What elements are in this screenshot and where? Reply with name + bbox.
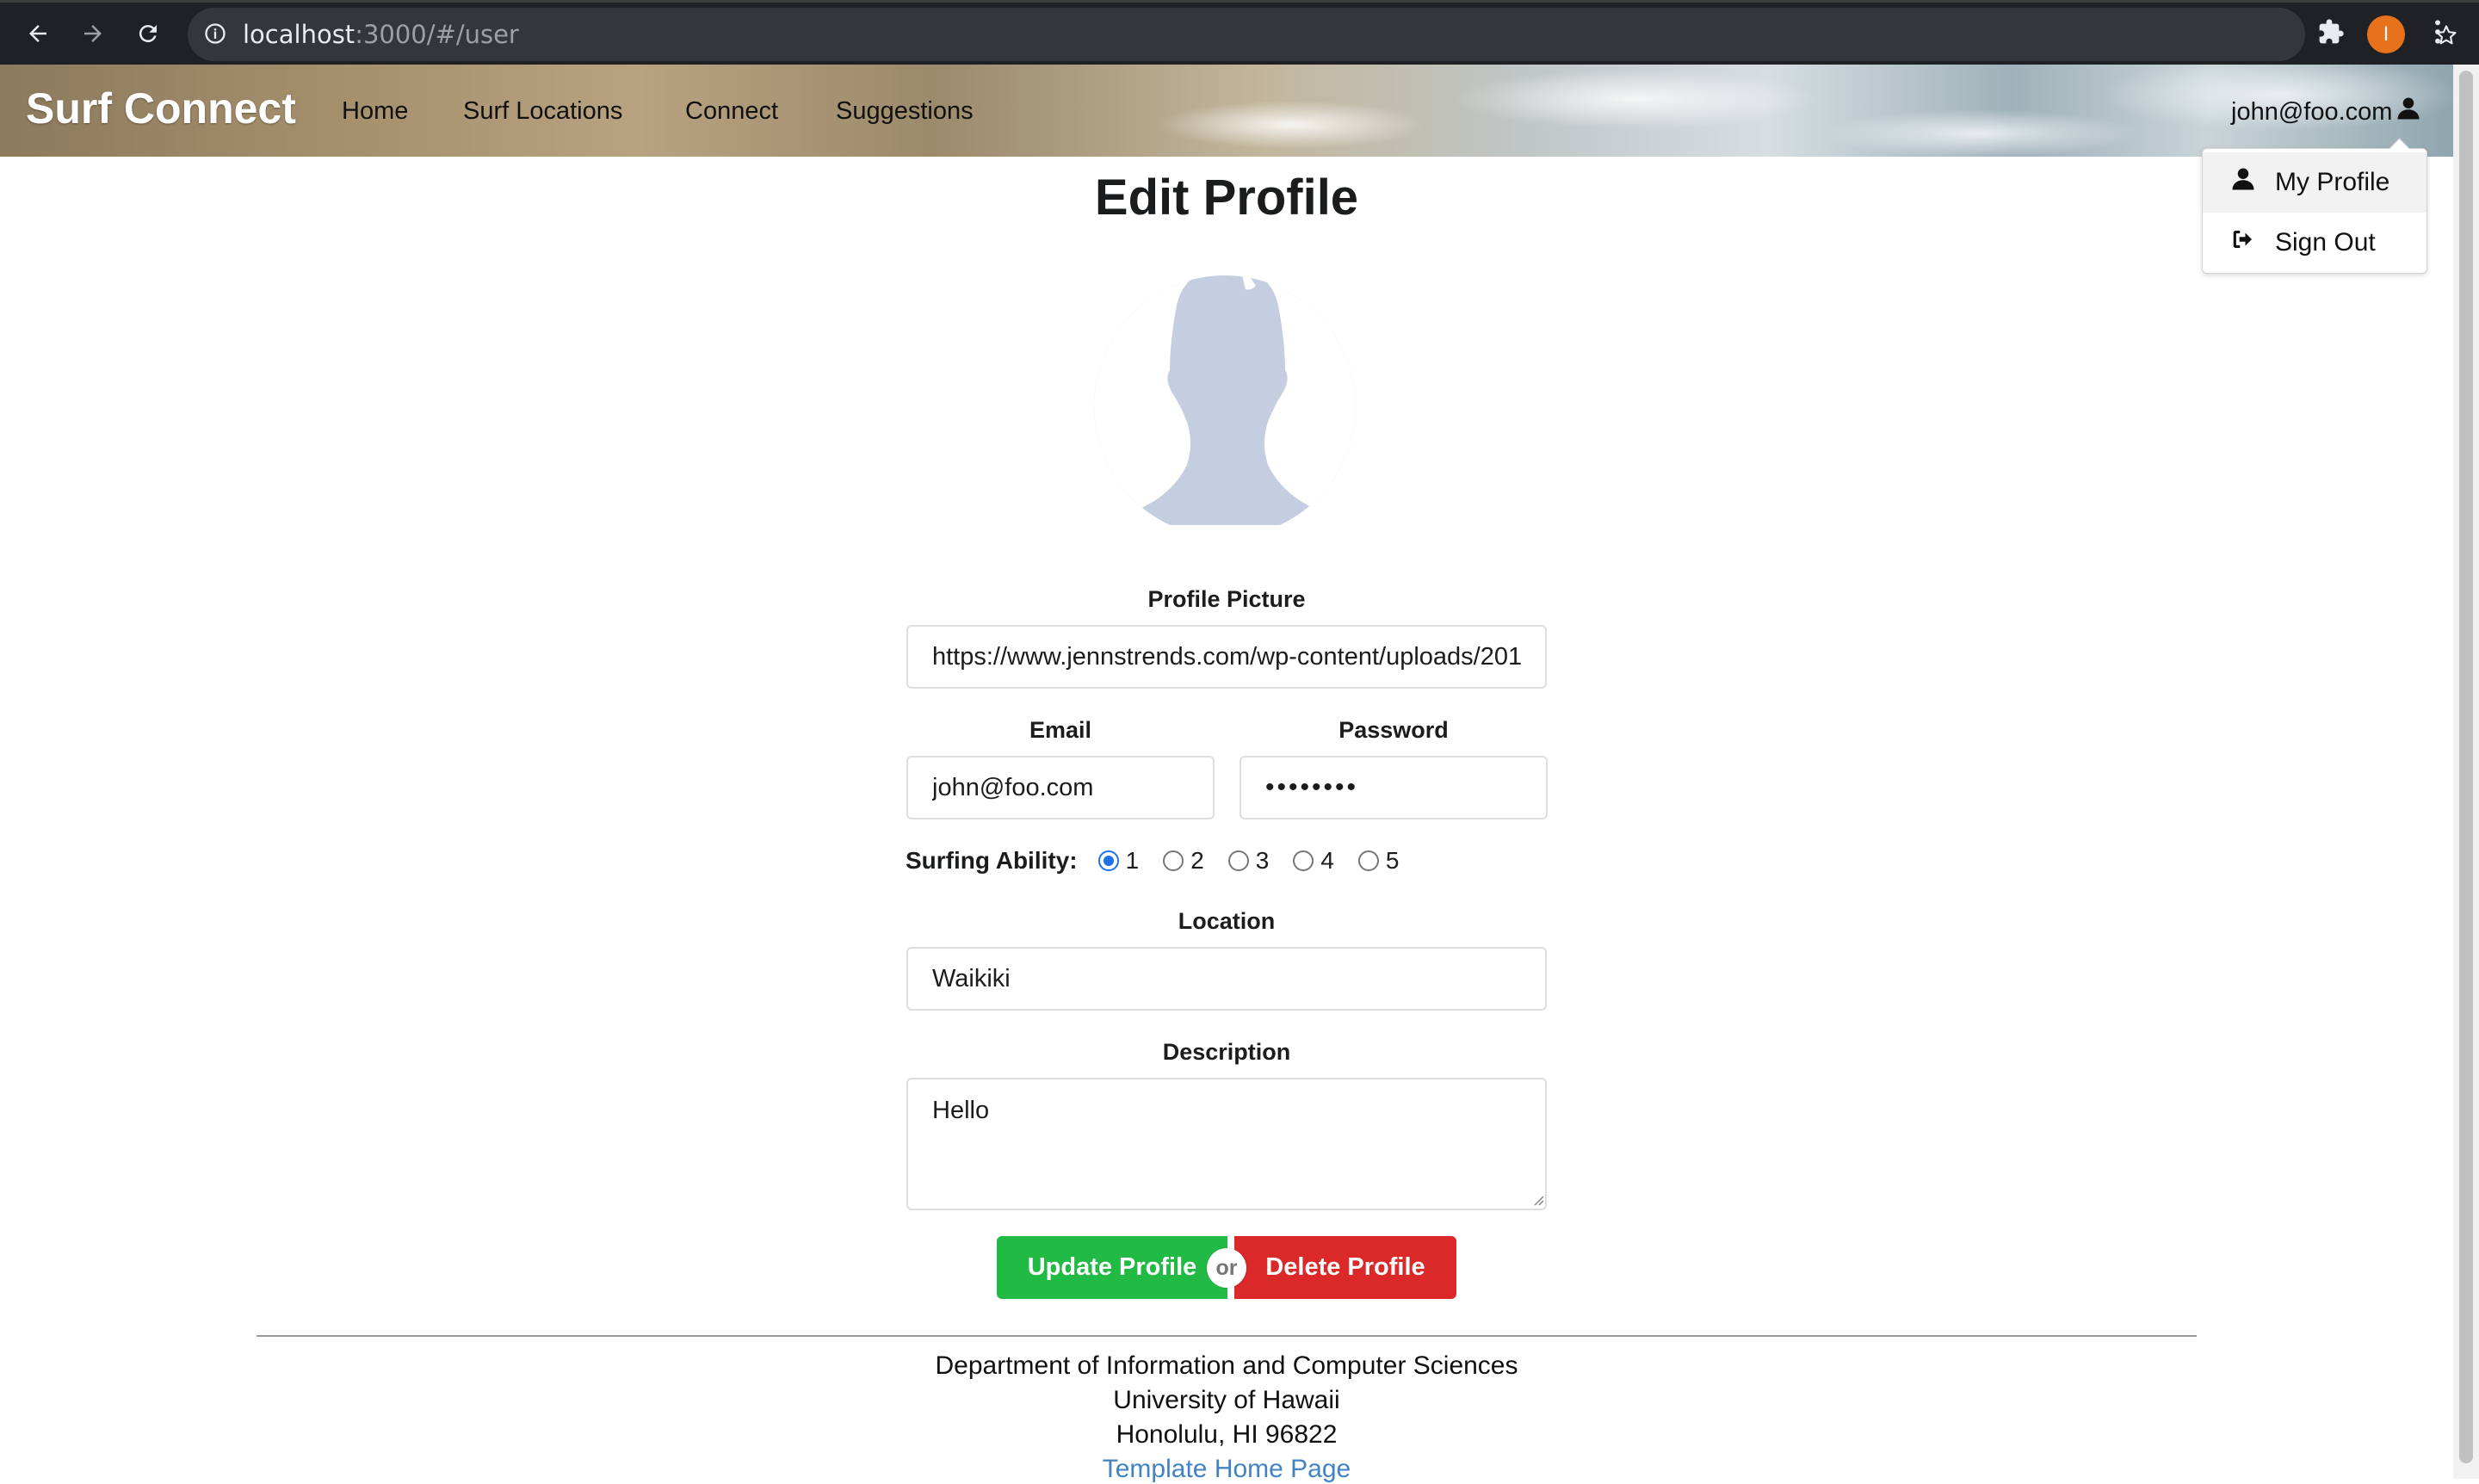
- email-input[interactable]: [906, 756, 1215, 819]
- url-text: localhost:3000/#/user: [243, 20, 519, 49]
- nav-link-suggestions[interactable]: Suggestions: [836, 97, 974, 126]
- email-label: Email: [1029, 717, 1092, 743]
- surfing-ability-label: Surfing Ability:: [906, 847, 1078, 874]
- or-divider-badge: or: [1207, 1248, 1246, 1288]
- user-menu-trigger[interactable]: john@foo.com: [2231, 96, 2421, 128]
- extensions-puzzle-icon[interactable]: [2317, 18, 2345, 50]
- nav-link-home[interactable]: Home: [342, 97, 408, 126]
- reload-icon[interactable]: [129, 15, 167, 53]
- delete-profile-button[interactable]: Delete Profile: [1234, 1236, 1456, 1299]
- resize-grip-icon[interactable]: [1530, 1192, 1544, 1210]
- dropdown-item-label: Sign Out: [2275, 228, 2376, 257]
- description-label: Description: [1162, 1039, 1291, 1065]
- nav-link-connect[interactable]: Connect: [685, 97, 778, 126]
- sign-out-icon: [2230, 226, 2256, 259]
- profile-picture-image: [1094, 275, 1356, 534]
- footer-divider: [257, 1335, 2197, 1337]
- update-profile-button[interactable]: Update Profile: [997, 1236, 1227, 1299]
- page-title: Edit Profile: [1094, 170, 1359, 226]
- footer-link-row: Template Home Page: [0, 1455, 2453, 1484]
- brand-logo[interactable]: Surf Connect: [26, 83, 296, 133]
- radio-button[interactable]: [1357, 850, 1379, 871]
- surfing-ability-group: Surfing Ability: 1 2 3 4 5: [906, 847, 1424, 875]
- footer-address: Honolulu, HI 96822: [1116, 1420, 1338, 1449]
- footer-department: Department of Information and Computer S…: [935, 1351, 1518, 1380]
- location-label: Location: [1178, 908, 1276, 934]
- surfing-ability-option-3[interactable]: 3: [1227, 847, 1269, 875]
- kebab-menu-icon[interactable]: [2433, 18, 2443, 50]
- browser-profile-avatar[interactable]: I: [2367, 15, 2405, 53]
- forward-icon[interactable]: [74, 15, 112, 53]
- info-icon[interactable]: [203, 22, 227, 50]
- radio-button[interactable]: [1293, 850, 1314, 871]
- back-icon[interactable]: [19, 15, 57, 53]
- radio-button[interactable]: [1227, 850, 1249, 871]
- location-input[interactable]: [906, 947, 1547, 1011]
- radio-button[interactable]: [1097, 850, 1119, 871]
- user-icon: [2396, 96, 2421, 128]
- site-navbar: Surf Connect Home Surf Locations Connect…: [0, 65, 2453, 157]
- password-label: Password: [1338, 717, 1449, 743]
- nav-link-surf-locations[interactable]: Surf Locations: [463, 97, 622, 126]
- scrollbar-thumb[interactable]: [2459, 71, 2473, 1463]
- address-bar[interactable]: localhost:3000/#/user: [188, 8, 2457, 61]
- user-email: john@foo.com: [2231, 97, 2393, 126]
- password-input[interactable]: [1240, 756, 1548, 819]
- profile-picture-input[interactable]: [906, 625, 1547, 689]
- description-textarea[interactable]: Hello: [906, 1078, 1547, 1210]
- browser-toolbar: localhost:3000/#/user I: [0, 0, 2479, 65]
- surfing-ability-option-2[interactable]: 2: [1163, 847, 1204, 875]
- profile-picture-label: Profile Picture: [1147, 586, 1306, 612]
- footer-university: University of Hawaii: [1113, 1386, 1340, 1414]
- surfing-ability-option-1[interactable]: 1: [1097, 847, 1139, 875]
- template-home-page-link[interactable]: Template Home Page: [1103, 1455, 1351, 1483]
- surfing-ability-option-4[interactable]: 4: [1293, 847, 1334, 875]
- surfing-ability-option-5[interactable]: 5: [1357, 847, 1400, 875]
- radio-button[interactable]: [1163, 850, 1184, 871]
